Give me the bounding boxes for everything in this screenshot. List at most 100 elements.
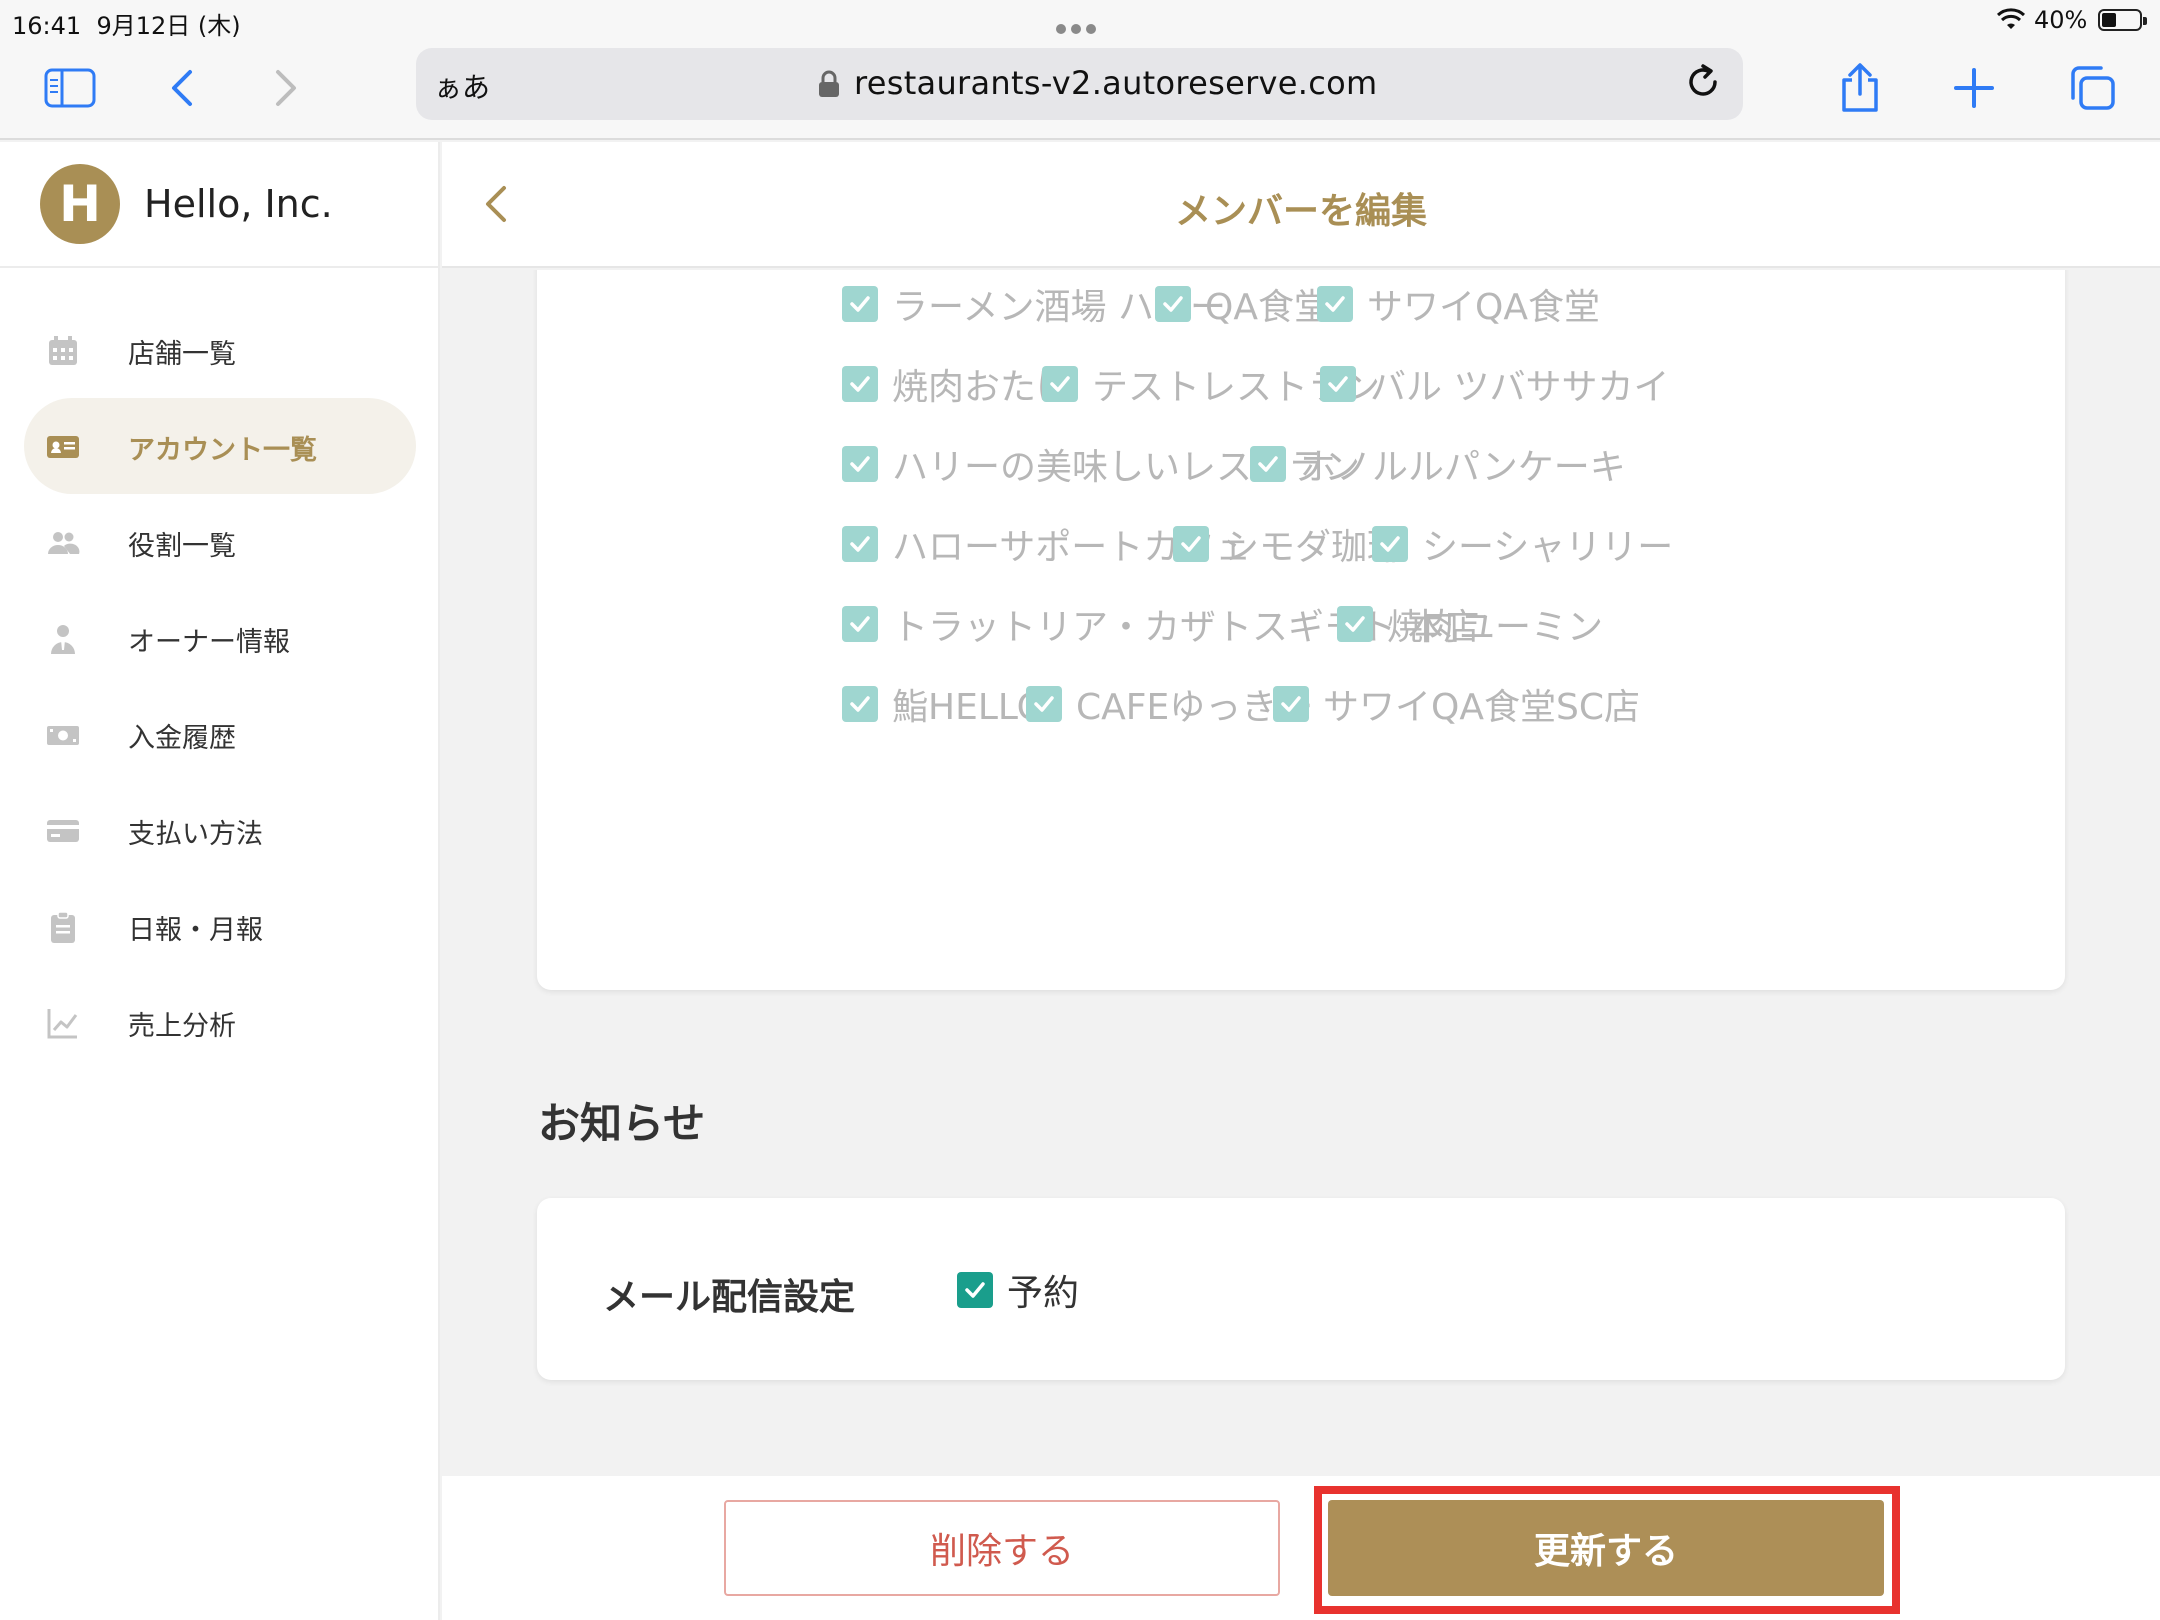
reader-aa-button[interactable]: ぁあ [434,66,490,106]
store-row: ハローサポートカフェ シモダ珈琲 シーシャリリー [537,518,2065,568]
battery-percent: 40% [2034,6,2088,34]
browser-toolbar: ぁあ restaurants-v2.autoreserve.com [0,40,2160,140]
store-checkbox-item[interactable]: サワイQA食堂 [1317,278,1600,330]
store-checkbox-item[interactable]: QA食堂 [1155,278,1330,330]
update-button[interactable]: 更新する [1328,1500,1884,1596]
brand-name: Hello, Inc. [144,182,333,226]
users-icon [46,526,80,560]
sidebar-item-5[interactable]: 支払い方法 [24,782,416,878]
checkbox-checked-icon[interactable] [957,1272,993,1308]
store-checkbox-label: シーシャリリー [1422,527,1674,568]
sidebar: H Hello, Inc. 店舗一覧アカウント一覧 役割一覧オーナー情報 入金履歴支… [0,142,440,1620]
checkbox-checked-icon[interactable] [1250,446,1286,482]
stores-card: ラーメン酒場 ハロー QA食堂 サワイQA食堂 焼肉おたけ テストレストラン バル ツバサ… [537,270,2065,990]
back-icon[interactable] [152,58,212,118]
credit-card-icon [46,814,80,848]
store-checkbox-label: 鮨HELLO [892,687,1045,728]
sidebar-item-label: 支払い方法 [128,819,263,850]
store-row: 焼肉おたけ テストレストラン バル ツバササカイ [537,358,2065,408]
brand[interactable]: H Hello, Inc. [0,142,440,268]
store-checkbox-item[interactable]: シーシャリリー [1372,518,1673,570]
store-checkbox-item[interactable]: CAFEゆっきー [1026,678,1313,730]
id-card-icon [46,430,80,464]
checkbox-checked-icon[interactable] [1173,526,1209,562]
reservation-checkbox-label: 予約 [1007,1273,1080,1314]
sidebar-nav: 店舗一覧アカウント一覧 役割一覧オーナー情報 入金履歴支払い方法日報・月報売上分析 [0,302,440,1070]
checkbox-checked-icon[interactable] [1372,526,1408,562]
reservation-checkbox-item[interactable]: 予約 [957,1264,1079,1316]
store-checkbox-item[interactable]: 焼肉ユーミン [1337,598,1603,650]
battery-icon [2098,9,2147,31]
checkbox-checked-icon[interactable] [1042,366,1078,402]
forward-icon[interactable] [256,58,316,118]
sidebar-icon[interactable] [40,58,100,118]
sidebar-item-2[interactable]: 役割一覧 [24,494,416,590]
brand-avatar: H [40,164,120,244]
clipboard-icon [46,910,80,944]
sidebar-item-4[interactable]: 入金履歴 [24,686,416,782]
store-checkbox-label: サワイQA食堂SC店 [1323,687,1640,728]
tabs-icon[interactable] [2062,58,2122,118]
calendar-icon [46,334,80,368]
mail-settings-card: メール配信設定 予約 [537,1198,2065,1380]
store-checkbox-label: ホノルルパンケーキ [1300,447,1626,488]
address-bar[interactable]: ぁあ restaurants-v2.autoreserve.com [416,48,1743,120]
content-header: メンバーを編集 [442,142,2160,268]
chart-icon [46,1006,80,1040]
sidebar-item-7[interactable]: 売上分析 [24,974,416,1070]
page-title: メンバーを編集 [1174,191,1427,232]
store-checkbox-label: 焼肉ユーミン [1387,607,1604,648]
store-checkbox-item[interactable]: ホノルルパンケーキ [1250,438,1626,490]
share-icon[interactable] [1830,58,1890,118]
checkbox-checked-icon[interactable] [842,446,878,482]
sidebar-item-label: オーナー情報 [128,627,290,658]
store-checkbox-item[interactable]: バル ツバササカイ [1320,358,1669,410]
checkbox-checked-icon[interactable] [1320,366,1356,402]
store-checkbox-item[interactable]: サワイQA食堂SC店 [1273,678,1640,730]
sidebar-item-label: 日報・月報 [128,915,263,946]
sidebar-item-label: 入金履歴 [128,723,236,754]
reload-icon[interactable] [1683,62,1723,106]
checkbox-checked-icon[interactable] [1337,606,1373,642]
checkbox-checked-icon[interactable] [842,606,878,642]
owner-icon [46,622,80,656]
sidebar-item-label: 店舗一覧 [128,339,236,370]
lock-icon [818,70,840,102]
store-checkbox-label: QA食堂 [1205,287,1330,328]
checkbox-checked-icon[interactable] [842,526,878,562]
mail-settings-label: メール配信設定 [603,1277,856,1318]
sidebar-item-label: 役割一覧 [128,531,236,562]
url-text: restaurants-v2.autoreserve.com [854,64,1378,102]
store-checkbox-item[interactable]: 焼肉おたけ [842,358,1072,410]
store-row: 鮨HELLO CAFEゆっきー サワイQA食堂SC店 [537,678,2065,728]
status-bar: 16:41 9月12日 (木) 40% [0,0,2160,40]
main-content: ラーメン酒場 ハロー QA食堂 サワイQA食堂 焼肉おたけ テストレストラン バル ツバサ… [442,270,2160,1476]
footer-actions: 削除する 更新する [442,1476,2160,1620]
sidebar-item-0[interactable]: 店舗一覧 [24,302,416,398]
checkbox-checked-icon[interactable] [842,366,878,402]
sidebar-item-label: 売上分析 [128,1011,236,1042]
plus-icon[interactable] [1944,58,2004,118]
checkbox-checked-icon[interactable] [1155,286,1191,322]
sidebar-item-label: アカウント一覧 [128,435,317,466]
store-checkbox-item[interactable]: 鮨HELLO [842,678,1045,730]
checkbox-checked-icon[interactable] [1317,286,1353,322]
wifi-icon [1996,8,2026,38]
multitasking-dots-icon[interactable] [1056,12,1104,34]
sidebar-item-6[interactable]: 日報・月報 [24,878,416,974]
sidebar-item-1[interactable]: アカウント一覧 [24,398,416,494]
delete-button[interactable]: 削除する [724,1500,1280,1596]
checkbox-checked-icon[interactable] [1026,686,1062,722]
section-title-notifications: お知らせ [538,1099,706,1148]
status-time: 16:41 9月12日 (木) [12,12,241,40]
store-row: ハリーの美味しいレストラン ホノルルパンケーキ [537,438,2065,488]
money-icon [46,718,80,752]
store-checkbox-label: サワイQA食堂 [1367,287,1600,328]
store-row: トラットリア・カザトスギモト 本店 焼肉ユーミン [537,598,2065,648]
checkbox-checked-icon[interactable] [842,286,878,322]
checkbox-checked-icon[interactable] [842,686,878,722]
store-row: ラーメン酒場 ハロー QA食堂 サワイQA食堂 [537,278,2065,328]
checkbox-checked-icon[interactable] [1273,686,1309,722]
sidebar-item-3[interactable]: オーナー情報 [24,590,416,686]
store-checkbox-item[interactable]: シモダ珈琲 [1173,518,1403,570]
